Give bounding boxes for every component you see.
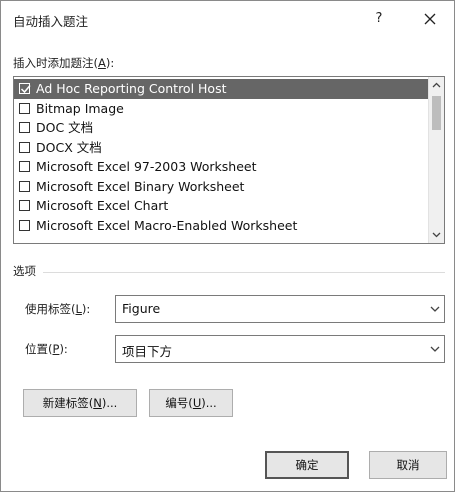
ok-button[interactable]: 确定 — [265, 451, 349, 479]
chevron-up-icon — [432, 82, 441, 88]
list-item-label: Microsoft Excel Chart — [36, 198, 169, 213]
list-item-label: Microsoft Excel Binary Worksheet — [36, 178, 245, 194]
list-item[interactable]: Microsoft Excel Macro-Enabled Worksheet — [14, 216, 428, 236]
list-item[interactable]: Microsoft Excel Binary Worksheet — [14, 177, 428, 197]
list-item[interactable]: DOC 文档 — [14, 118, 428, 138]
chevron-down-icon — [432, 232, 441, 238]
dialog-title: 自动插入题注 — [13, 14, 89, 29]
position-label: 位置(P): — [25, 341, 68, 357]
numbering-button-prefix: 编号( — [165, 396, 193, 410]
auto-caption-dialog: 自动插入题注 ? 插入时添加题注(A): Ad Hoc Reporting Co… — [0, 0, 455, 492]
scroll-up-button[interactable] — [429, 77, 444, 93]
list-item-label: Microsoft Excel 97-2003 Worksheet — [36, 159, 257, 174]
caption-list-label-access: A — [98, 56, 106, 70]
use-label-select[interactable]: Figure — [115, 295, 445, 323]
list-item[interactable]: Microsoft Excel 97-2003 Worksheet — [14, 157, 428, 177]
caption-list-label-suffix: ): — [105, 56, 115, 70]
list-item[interactable]: Bitmap Image — [14, 99, 428, 119]
caption-list-label-prefix: 插入时添加题注( — [13, 56, 98, 70]
position-value: 项目下方 — [122, 344, 173, 359]
use-label-label-suffix: ): — [81, 302, 91, 316]
use-label-label: 使用标签(L): — [25, 301, 90, 317]
position-select[interactable]: 项目下方 — [115, 335, 445, 363]
cancel-button[interactable]: 取消 — [369, 451, 447, 479]
checkbox[interactable] — [19, 180, 30, 192]
list-item-label: Bitmap Image — [36, 100, 124, 116]
list-item-label: DOCX 文档 — [36, 139, 102, 155]
use-label-label-prefix: 使用标签( — [25, 302, 76, 316]
checkmark-icon — [20, 85, 31, 94]
list-item-label: Ad Hoc Reporting Control Host — [36, 81, 227, 96]
checkbox[interactable] — [19, 219, 30, 231]
options-group-title: 选项 — [13, 264, 36, 278]
checkbox[interactable] — [19, 200, 30, 211]
list-item-label: DOC 文档 — [36, 120, 94, 135]
use-label-dropdown-button[interactable] — [426, 296, 444, 322]
close-button[interactable] — [418, 7, 442, 31]
list-item[interactable]: Ad Hoc Reporting Control Host — [14, 79, 428, 99]
numbering-button-suffix: )... — [201, 396, 217, 410]
position-label-suffix: ): — [59, 342, 68, 356]
new-label-button[interactable]: 新建标签(N)... — [23, 389, 137, 417]
numbering-button-access: U — [192, 396, 202, 410]
list-item-label: Microsoft Excel Macro-Enabled Worksheet — [36, 217, 298, 233]
title-bar: 自动插入题注 ? — [1, 1, 454, 37]
new-label-button-access: N — [93, 396, 102, 410]
chevron-down-icon — [430, 346, 440, 352]
scroll-thumb[interactable] — [432, 96, 441, 130]
close-icon — [424, 13, 436, 25]
list-item[interactable]: DOCX 文档 — [14, 138, 428, 158]
use-label-value: Figure — [122, 301, 161, 316]
new-label-button-prefix: 新建标签( — [42, 396, 94, 410]
position-dropdown-button[interactable] — [426, 336, 444, 362]
new-label-button-suffix: )... — [101, 396, 118, 410]
position-label-prefix: 位置( — [25, 342, 53, 356]
list-scrollbar[interactable] — [428, 77, 444, 243]
checkbox[interactable] — [19, 83, 31, 94]
chevron-down-icon — [430, 306, 440, 312]
checkbox[interactable] — [19, 161, 30, 172]
checkbox[interactable] — [19, 102, 30, 114]
list-item[interactable]: Microsoft Excel Chart — [14, 196, 428, 216]
checkbox[interactable] — [19, 122, 30, 133]
checkbox[interactable] — [19, 141, 30, 153]
scroll-down-button[interactable] — [429, 227, 444, 243]
caption-object-items: Ad Hoc Reporting Control Host Bitmap Imag… — [14, 79, 428, 235]
help-button[interactable]: ? — [369, 9, 389, 29]
options-group-divider — [43, 272, 445, 273]
caption-list-label: 插入时添加题注(A): — [13, 55, 114, 71]
numbering-button[interactable]: 编号(U)... — [149, 389, 233, 417]
caption-object-list[interactable]: Ad Hoc Reporting Control Host Bitmap Imag… — [13, 76, 445, 244]
